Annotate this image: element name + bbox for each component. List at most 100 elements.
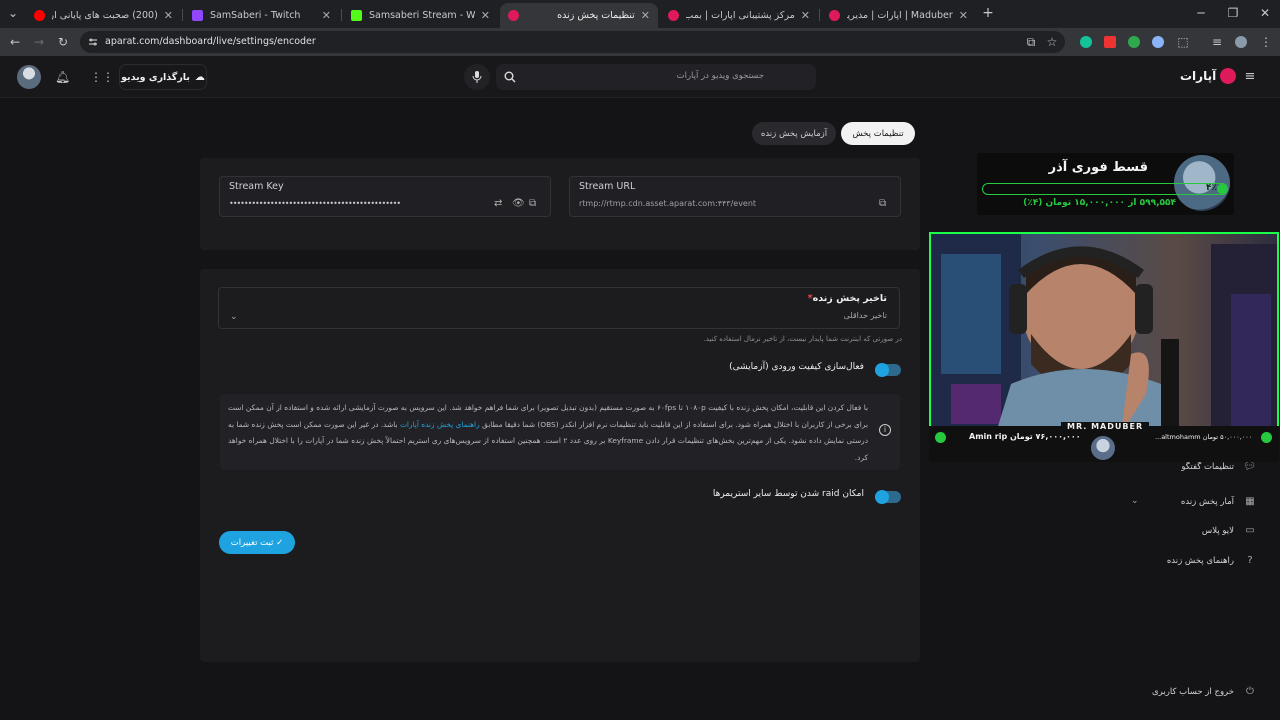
regenerate-key-icon[interactable]: ⇄ [494, 198, 505, 209]
new-tab-button[interactable]: + [981, 6, 995, 20]
pdf-extension-icon[interactable] [1104, 36, 1116, 48]
search-placeholder: جستجوی ویدیو در آپارات [676, 71, 764, 81]
webcam-feed-image [931, 234, 1277, 445]
browser-tab-active[interactable]: تنظیمات پخش زنده ✕ [500, 3, 658, 28]
copy-key-icon[interactable]: ⧉ [529, 198, 540, 209]
url-bar[interactable]: aparat.com/dashboard/live/settings/encod… [80, 31, 1065, 53]
top-donor-left: ۷۶,۰۰۰,۰۰۰ تومان Amin rip [969, 432, 1081, 441]
toggle-knob [875, 490, 889, 504]
logout-button[interactable]: ⏻ خروج از حساب کاربری [1152, 682, 1256, 702]
donation-goal-overlay: قسط فوری آذر ۴٪ ۵۹۹,۵۵۴ از ۱۵,۰۰۰,۰۰۰ تو… [977, 153, 1234, 215]
logout-icon: ⏻ [1246, 686, 1254, 697]
info-icon: i [879, 424, 891, 436]
voice-search-button[interactable] [464, 64, 490, 90]
grammarly-extension-icon[interactable] [1080, 36, 1092, 48]
reading-list-icon[interactable]: ≡ [1210, 35, 1224, 49]
latency-title: تاخیر پخش زنده [812, 293, 887, 304]
bookmark-star-icon[interactable]: ☆ [1045, 35, 1059, 49]
restore-window-icon[interactable]: ❐ [1226, 6, 1240, 20]
raid-label: امکان raid شدن توسط سایر استریمرها [712, 489, 864, 499]
stream-url-field[interactable]: Stream URL rtmp://rtmp.cdn.asset.aparat.… [569, 176, 901, 217]
stream-key-value: ••••••••••••••••••••••••••••••••••••••••… [229, 199, 401, 208]
apps-grid-icon[interactable]: ⋮⋮ [90, 70, 114, 84]
browser-tab-bar: ⌄ (200) صحبت های پایانی آریا کلوک ✕ SamS… [0, 0, 1280, 28]
copy-url-icon[interactable]: ⧉ [879, 198, 890, 209]
tab-search-icon[interactable]: ⌄ [6, 6, 20, 20]
profile-avatar-icon[interactable] [1235, 36, 1247, 48]
expand-chevron-icon[interactable]: ⌄ [1131, 496, 1139, 506]
stream-url-label: Stream URL [579, 181, 636, 192]
input-quality-label: فعال‌سازی کیفیت ورودی (آزمایشی) [729, 362, 864, 372]
channel-name: MR. MADUBER [1061, 422, 1150, 431]
input-quality-toggle[interactable] [875, 363, 901, 377]
money-right-icon [1261, 432, 1272, 443]
tab-test-broadcast[interactable]: آزمایش پخش زنده [752, 122, 836, 145]
aparat-favicon-icon [668, 10, 679, 21]
top-donor-right: ۵۰,۰۰۰,۰۰۰ تومان altmohamm... [1155, 433, 1253, 441]
browser-tab[interactable]: مرکز پشتیبانی آپارات | بمب هیجان ✕ [660, 3, 818, 28]
chat-settings-icon: 💬︎ [1243, 461, 1256, 472]
search-input[interactable]: جستجوی ویدیو در آپارات [496, 64, 816, 90]
latency-hint: در صورتی که اینترنت شما پایدار نیست، از … [703, 335, 902, 343]
chevron-down-icon[interactable]: ⌄ [230, 312, 238, 322]
aparat-favicon-icon [508, 10, 519, 21]
close-tab-icon[interactable]: ✕ [322, 9, 331, 22]
aparat-logo[interactable]: آپارات [1180, 68, 1237, 84]
show-key-eye-icon[interactable]: 👁︎ [512, 198, 525, 209]
brand-name: آپارات [1180, 69, 1217, 83]
minimize-window-icon[interactable]: ─ [1194, 6, 1208, 20]
raid-toggle[interactable] [875, 490, 901, 504]
sidebar-item-live-plus[interactable]: ▭ لایو پلاس [1202, 521, 1256, 541]
upload-cloud-icon: ☁ [194, 71, 205, 83]
donor-avatar [1091, 436, 1115, 460]
site-info-icon[interactable] [88, 37, 98, 47]
hamburger-menu-icon[interactable]: ≡ [1243, 70, 1257, 84]
close-tab-icon[interactable]: ✕ [164, 9, 173, 22]
money-left-icon [935, 432, 946, 443]
site-header: ≡ آپارات جستجوی ویدیو در آپارات ☁ بارگذا… [0, 56, 1280, 98]
latency-select[interactable]: تاخیر پخش زنده* تاخیر حداقلی ⌄ [218, 287, 900, 329]
stream-key-field[interactable]: Stream Key •••••••••••••••••••••••••••••… [219, 176, 551, 217]
broadcast-guide-link[interactable]: راهنمای پخش زنده آپارات [400, 420, 480, 429]
more-menu-icon[interactable]: ⋮ [1259, 35, 1273, 49]
quality-info-box: i با فعال کردن این قابلیت، امکان پخش زند… [220, 394, 900, 470]
green-extension-icon[interactable] [1128, 36, 1140, 48]
live-plus-icon: ▭ [1245, 525, 1255, 536]
kick-favicon-icon [351, 10, 362, 21]
aparat-logo-icon [1220, 68, 1237, 84]
latency-settings-card: تاخیر پخش زنده* تاخیر حداقلی ⌄ در صورتی … [200, 269, 920, 662]
user-avatar[interactable] [17, 65, 41, 89]
stream-alert-strip: MR. MADUBER ۷۶,۰۰۰,۰۰۰ تومان Amin rip ۵۰… [929, 422, 1279, 462]
browser-tab[interactable]: Samsaberi Stream - Watch Live ✕ [343, 3, 498, 28]
forward-icon[interactable]: → [32, 35, 46, 49]
close-tab-icon[interactable]: ✕ [801, 9, 810, 22]
goal-progress-fill [1217, 184, 1227, 194]
upload-video-button[interactable]: ☁ بارگذاری ویدیو [119, 64, 207, 90]
close-tab-icon[interactable]: ✕ [481, 9, 490, 22]
blue-extension-icon[interactable] [1152, 36, 1164, 48]
latency-value: تاخیر حداقلی [843, 311, 888, 320]
microphone-icon [472, 71, 482, 83]
toggle-knob [875, 363, 889, 377]
youtube-favicon-icon [34, 10, 45, 21]
notifications-bell-icon[interactable]: 🔔︎ [55, 70, 70, 84]
tab-broadcast-settings[interactable]: تنظیمات پخش [841, 122, 915, 145]
browser-tab[interactable]: (200) صحبت های پایانی آریا کلوک ✕ [26, 3, 181, 28]
sidebar-item-live-guide[interactable]: ? راهنمای پخش زنده [1167, 551, 1256, 571]
cast-icon[interactable]: ⧉ [1024, 35, 1038, 49]
extensions-puzzle-icon[interactable]: ⬚ [1176, 35, 1190, 49]
save-changes-button[interactable]: ✓ ثبت تغییرات [219, 531, 295, 554]
sidebar-item-live-stats[interactable]: ▦ آمار پخش زنده [1181, 492, 1256, 512]
webcam-overlay [929, 232, 1279, 447]
stream-key-label: Stream Key [229, 181, 284, 192]
close-tab-icon[interactable]: ✕ [959, 9, 968, 22]
close-tab-icon[interactable]: ✕ [641, 9, 650, 22]
goal-progress-bar: ۴٪ [982, 183, 1228, 195]
search-icon[interactable] [504, 71, 516, 83]
close-window-icon[interactable]: ✕ [1258, 6, 1272, 20]
stats-icon: ▦ [1245, 496, 1255, 507]
browser-tab[interactable]: Maduber | آپارات | مدیریر ✕ [821, 3, 976, 28]
back-icon[interactable]: ← [8, 35, 22, 49]
browser-tab[interactable]: SamSaberi - Twitch ✕ [184, 3, 339, 28]
reload-icon[interactable]: ↻ [56, 35, 70, 49]
